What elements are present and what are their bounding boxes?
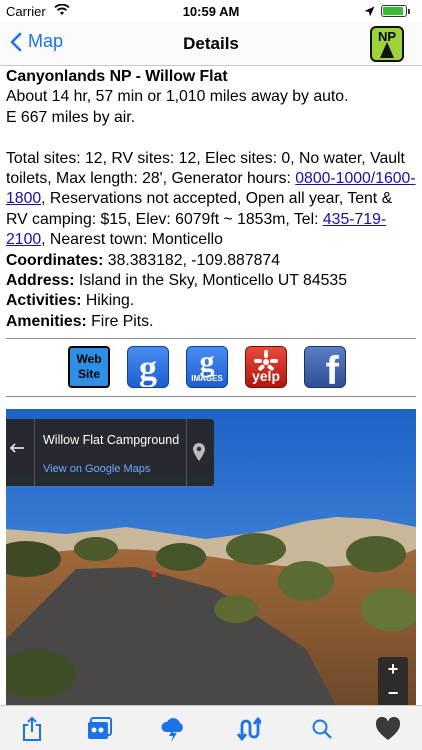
search-icon[interactable] xyxy=(302,706,342,750)
battery-icon xyxy=(381,5,407,17)
gallery-icon[interactable] xyxy=(80,706,120,750)
activities-label: Activities: xyxy=(6,292,82,310)
status-bar: Carrier 10:59 AM xyxy=(0,0,422,22)
zoom-controls: + − xyxy=(378,657,408,705)
distance-by-air: E 667 miles by air. xyxy=(6,108,136,126)
amenities-value: Fire Pits. xyxy=(86,312,154,330)
location-arrow-icon xyxy=(364,5,375,20)
favorite-heart-icon[interactable] xyxy=(368,706,408,750)
divider xyxy=(6,396,416,397)
zoom-out-button[interactable]: − xyxy=(378,681,408,705)
amenities-row: Amenities: Fire Pits. xyxy=(6,312,416,332)
google-images-label: IMAGES xyxy=(191,374,223,383)
google-images-button[interactable]: g IMAGES xyxy=(186,346,228,388)
amenities-label: Amenities: xyxy=(6,312,87,330)
tab-bar xyxy=(0,705,422,750)
coordinates-label: Coordinates: xyxy=(6,251,104,269)
campground-name: Canyonlands NP - Willow Flat xyxy=(6,68,228,85)
facebook-button[interactable]: f xyxy=(304,346,346,388)
share-icon[interactable] xyxy=(12,706,52,750)
separator xyxy=(34,419,35,486)
website-button[interactable]: Web Site xyxy=(68,346,110,388)
divider xyxy=(6,338,416,339)
view-on-google-maps-link[interactable]: View on Google Maps xyxy=(43,463,150,475)
clock: 10:59 AM xyxy=(182,4,240,19)
zoom-in-button[interactable]: + xyxy=(378,657,408,681)
directions-icon[interactable] xyxy=(228,706,268,750)
distance-by-auto: About 14 hr, 57 min or 1,010 miles away … xyxy=(6,88,349,106)
yelp-button[interactable]: yelp xyxy=(245,346,287,388)
coordinates-row: Coordinates: 38.383182, -109.887874 xyxy=(6,251,416,271)
campground-description: Total sites: 12, RV sites: 12, Elec site… xyxy=(6,149,416,251)
weather-icon[interactable] xyxy=(153,706,193,750)
address-label: Address: xyxy=(6,272,75,290)
place-card: Willow Flat Campground View on Google Ma… xyxy=(6,419,214,486)
external-links: Web Site g g IMAGES yelp f xyxy=(0,346,422,390)
coordinates-value: 38.383182, -109.887874 xyxy=(103,251,280,269)
address-value: Island in the Sky, Monticello UT 84535 xyxy=(74,272,347,290)
website-label-line1: Web xyxy=(76,352,102,366)
activities-value: Hiking. xyxy=(81,292,135,310)
back-arrow-icon[interactable] xyxy=(9,441,31,459)
np-logo: NP xyxy=(370,26,404,62)
place-name: Willow Flat Campground xyxy=(43,433,180,447)
street-view-panorama[interactable]: Willow Flat Campground View on Google Ma… xyxy=(6,409,416,705)
address-row: Address: Island in the Sky, Monticello U… xyxy=(6,271,416,291)
google-search-button[interactable]: g xyxy=(127,346,169,388)
map-pin-icon[interactable] xyxy=(193,443,205,466)
campground-details: Canyonlands NP - Willow Flat About 14 hr… xyxy=(6,67,416,332)
separator xyxy=(186,419,187,486)
page-title: Details xyxy=(183,34,239,53)
google-icon: g xyxy=(139,348,157,388)
activities-row: Activities: Hiking. xyxy=(6,291,416,311)
website-label-line2: Site xyxy=(77,367,100,381)
battery-tip xyxy=(408,9,410,14)
facebook-icon: f xyxy=(325,349,339,388)
yelp-label: yelp xyxy=(251,368,280,384)
description-end: , Nearest town: Monticello xyxy=(41,231,223,249)
navigation-bar: Map Details NP xyxy=(0,22,422,66)
